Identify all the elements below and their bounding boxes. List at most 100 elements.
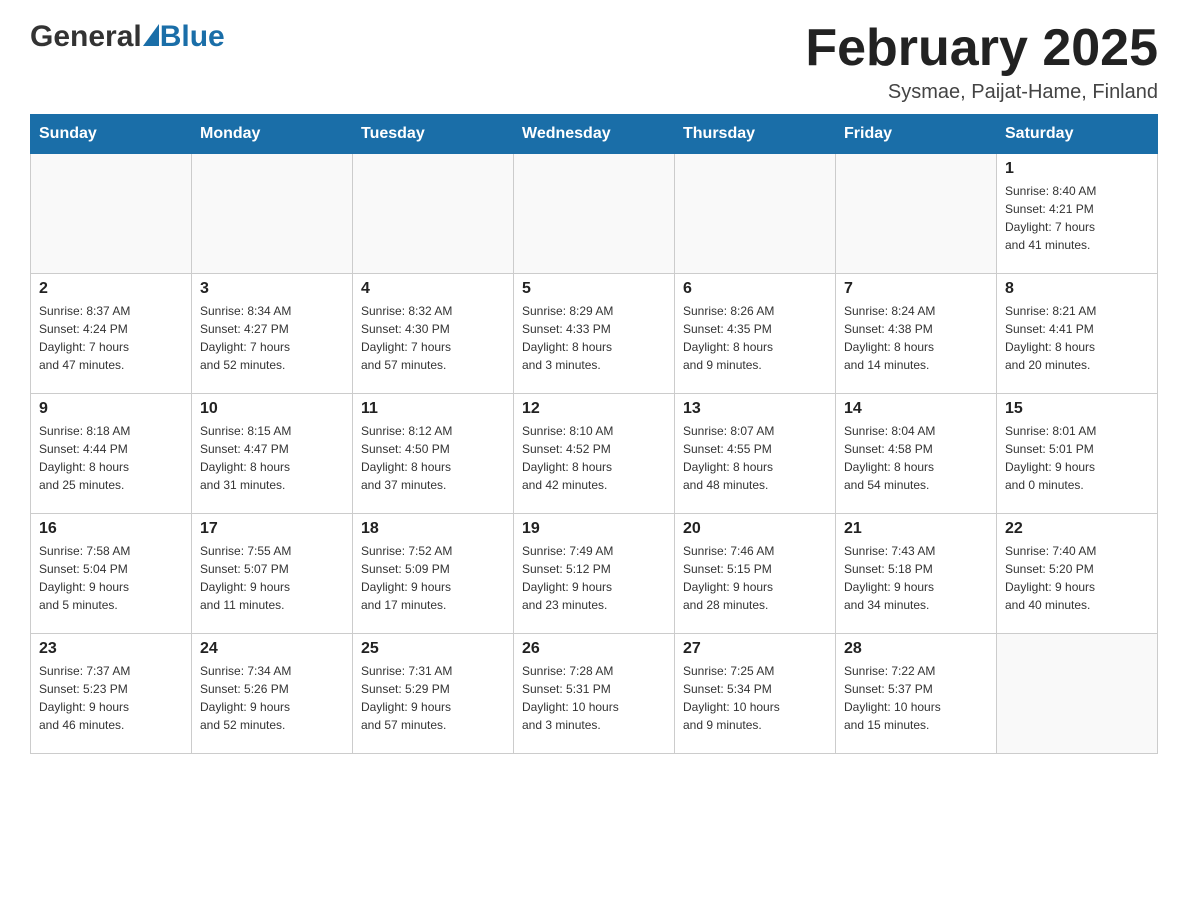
logo-general-text: General [30,20,142,54]
calendar-table: Sunday Monday Tuesday Wednesday Thursday… [30,114,1158,754]
calendar-cell-w4-d5: 20 Sunrise: 7:46 AMSunset: 5:15 PMDayligh… [675,514,836,634]
day-info: Sunrise: 8:32 AMSunset: 4:30 PMDaylight:… [361,302,505,374]
calendar-cell-w2-d6: 7 Sunrise: 8:24 AMSunset: 4:38 PMDaylight… [836,274,997,394]
calendar-week-4: 16 Sunrise: 7:58 AMSunset: 5:04 PMDayligh… [31,514,1158,634]
day-info: Sunrise: 7:46 AMSunset: 5:15 PMDaylight:… [683,542,827,614]
calendar-cell-w1-d1 [31,154,192,274]
day-info: Sunrise: 7:58 AMSunset: 5:04 PMDaylight:… [39,542,183,614]
day-number: 25 [361,640,505,658]
calendar-cell-w2-d3: 4 Sunrise: 8:32 AMSunset: 4:30 PMDaylight… [353,274,514,394]
day-number: 4 [361,280,505,298]
calendar-cell-w2-d7: 8Sunrise: 8:21 AMSunset: 4:41 PMDaylight… [997,274,1158,394]
day-number: 28 [844,640,988,658]
day-info: Sunrise: 8:15 AMSunset: 4:47 PMDaylight:… [200,422,344,494]
calendar-week-1: 1 Sunrise: 8:40 AMSunset: 4:21 PMDaylight… [31,154,1158,274]
header-sunday: Sunday [31,115,192,154]
day-info: Sunrise: 8:26 AMSunset: 4:35 PMDaylight:… [683,302,827,374]
calendar-cell-w4-d4: 19 Sunrise: 7:49 AMSunset: 5:12 PMDayligh… [514,514,675,634]
day-number: 6 [683,280,827,298]
day-number: 19 [522,520,666,538]
day-number: 16 [39,520,183,538]
calendar-cell-w3-d4: 12 Sunrise: 8:10 AMSunset: 4:52 PMDayligh… [514,394,675,514]
day-number: 10 [200,400,344,418]
day-number: 23 [39,640,183,658]
calendar-cell-w3-d2: 10 Sunrise: 8:15 AMSunset: 4:47 PMDayligh… [192,394,353,514]
day-number: 1 [1005,160,1149,178]
header-thursday: Thursday [675,115,836,154]
day-info: Sunrise: 7:40 AMSunset: 5:20 PMDaylight:… [1005,542,1149,614]
calendar-cell-w4-d6: 21 Sunrise: 7:43 AMSunset: 5:18 PMDayligh… [836,514,997,634]
header-tuesday: Tuesday [353,115,514,154]
day-info: Sunrise: 8:37 AMSunset: 4:24 PMDaylight:… [39,302,183,374]
calendar-week-5: 23Sunrise: 7:37 AMSunset: 5:23 PMDayligh… [31,634,1158,754]
day-number: 27 [683,640,827,658]
location-subtitle: Sysmae, Paijat-Hame, Finland [805,81,1158,104]
calendar-cell-w1-d6 [836,154,997,274]
calendar-cell-w3-d3: 11Sunrise: 8:12 AMSunset: 4:50 PMDayligh… [353,394,514,514]
calendar-cell-w4-d2: 17Sunrise: 7:55 AMSunset: 5:07 PMDayligh… [192,514,353,634]
day-info: Sunrise: 8:07 AMSunset: 4:55 PMDaylight:… [683,422,827,494]
day-info: Sunrise: 7:43 AMSunset: 5:18 PMDaylight:… [844,542,988,614]
day-info: Sunrise: 8:01 AMSunset: 5:01 PMDaylight:… [1005,422,1149,494]
calendar-cell-w2-d5: 6 Sunrise: 8:26 AMSunset: 4:35 PMDaylight… [675,274,836,394]
month-title: February 2025 [805,20,1158,77]
calendar-header-row: Sunday Monday Tuesday Wednesday Thursday… [31,115,1158,154]
calendar-cell-w2-d4: 5 Sunrise: 8:29 AMSunset: 4:33 PMDaylight… [514,274,675,394]
day-info: Sunrise: 8:04 AMSunset: 4:58 PMDaylight:… [844,422,988,494]
header-monday: Monday [192,115,353,154]
day-number: 21 [844,520,988,538]
day-info: Sunrise: 7:28 AMSunset: 5:31 PMDaylight:… [522,662,666,734]
day-number: 7 [844,280,988,298]
day-number: 2 [39,280,183,298]
header-saturday: Saturday [997,115,1158,154]
day-number: 5 [522,280,666,298]
day-info: Sunrise: 8:12 AMSunset: 4:50 PMDaylight:… [361,422,505,494]
day-number: 3 [200,280,344,298]
day-info: Sunrise: 7:52 AMSunset: 5:09 PMDaylight:… [361,542,505,614]
calendar-cell-w5-d1: 23Sunrise: 7:37 AMSunset: 5:23 PMDayligh… [31,634,192,754]
calendar-cell-w2-d2: 3 Sunrise: 8:34 AMSunset: 4:27 PMDaylight… [192,274,353,394]
calendar-week-2: 2 Sunrise: 8:37 AMSunset: 4:24 PMDaylight… [31,274,1158,394]
header-wednesday: Wednesday [514,115,675,154]
calendar-cell-w5-d4: 26 Sunrise: 7:28 AMSunset: 5:31 PMDayligh… [514,634,675,754]
day-number: 12 [522,400,666,418]
day-number: 13 [683,400,827,418]
calendar-cell-w5-d5: 27 Sunrise: 7:25 AMSunset: 5:34 PMDayligh… [675,634,836,754]
calendar-cell-w5-d6: 28 Sunrise: 7:22 AMSunset: 5:37 PMDayligh… [836,634,997,754]
day-info: Sunrise: 8:29 AMSunset: 4:33 PMDaylight:… [522,302,666,374]
calendar-cell-w4-d1: 16 Sunrise: 7:58 AMSunset: 5:04 PMDayligh… [31,514,192,634]
day-info: Sunrise: 8:34 AMSunset: 4:27 PMDaylight:… [200,302,344,374]
day-info: Sunrise: 7:22 AMSunset: 5:37 PMDaylight:… [844,662,988,734]
calendar-cell-w5-d2: 24 Sunrise: 7:34 AMSunset: 5:26 PMDayligh… [192,634,353,754]
day-info: Sunrise: 7:34 AMSunset: 5:26 PMDaylight:… [200,662,344,734]
page-header: General Blue February 2025 Sysmae, Paija… [30,20,1158,104]
day-number: 26 [522,640,666,658]
logo-triangle-icon [143,24,159,46]
day-info: Sunrise: 8:40 AMSunset: 4:21 PMDaylight:… [1005,182,1149,254]
calendar-cell-w5-d3: 25 Sunrise: 7:31 AMSunset: 5:29 PMDayligh… [353,634,514,754]
day-number: 15 [1005,400,1149,418]
day-number: 14 [844,400,988,418]
day-info: Sunrise: 8:10 AMSunset: 4:52 PMDaylight:… [522,422,666,494]
calendar-cell-w1-d5 [675,154,836,274]
logo: General Blue [30,20,225,54]
day-number: 22 [1005,520,1149,538]
calendar-week-3: 9Sunrise: 8:18 AMSunset: 4:44 PMDaylight… [31,394,1158,514]
title-section: February 2025 Sysmae, Paijat-Hame, Finla… [805,20,1158,104]
calendar-cell-w1-d3 [353,154,514,274]
day-number: 24 [200,640,344,658]
calendar-cell-w5-d7 [997,634,1158,754]
day-number: 8 [1005,280,1149,298]
header-friday: Friday [836,115,997,154]
calendar-cell-w3-d7: 15 Sunrise: 8:01 AMSunset: 5:01 PMDayligh… [997,394,1158,514]
day-number: 9 [39,400,183,418]
day-info: Sunrise: 8:24 AMSunset: 4:38 PMDaylight:… [844,302,988,374]
calendar-cell-w4-d7: 22 Sunrise: 7:40 AMSunset: 5:20 PMDayligh… [997,514,1158,634]
day-info: Sunrise: 7:25 AMSunset: 5:34 PMDaylight:… [683,662,827,734]
day-number: 18 [361,520,505,538]
day-info: Sunrise: 7:49 AMSunset: 5:12 PMDaylight:… [522,542,666,614]
day-info: Sunrise: 7:31 AMSunset: 5:29 PMDaylight:… [361,662,505,734]
calendar-cell-w3-d1: 9Sunrise: 8:18 AMSunset: 4:44 PMDaylight… [31,394,192,514]
day-number: 20 [683,520,827,538]
calendar-cell-w3-d5: 13 Sunrise: 8:07 AMSunset: 4:55 PMDayligh… [675,394,836,514]
